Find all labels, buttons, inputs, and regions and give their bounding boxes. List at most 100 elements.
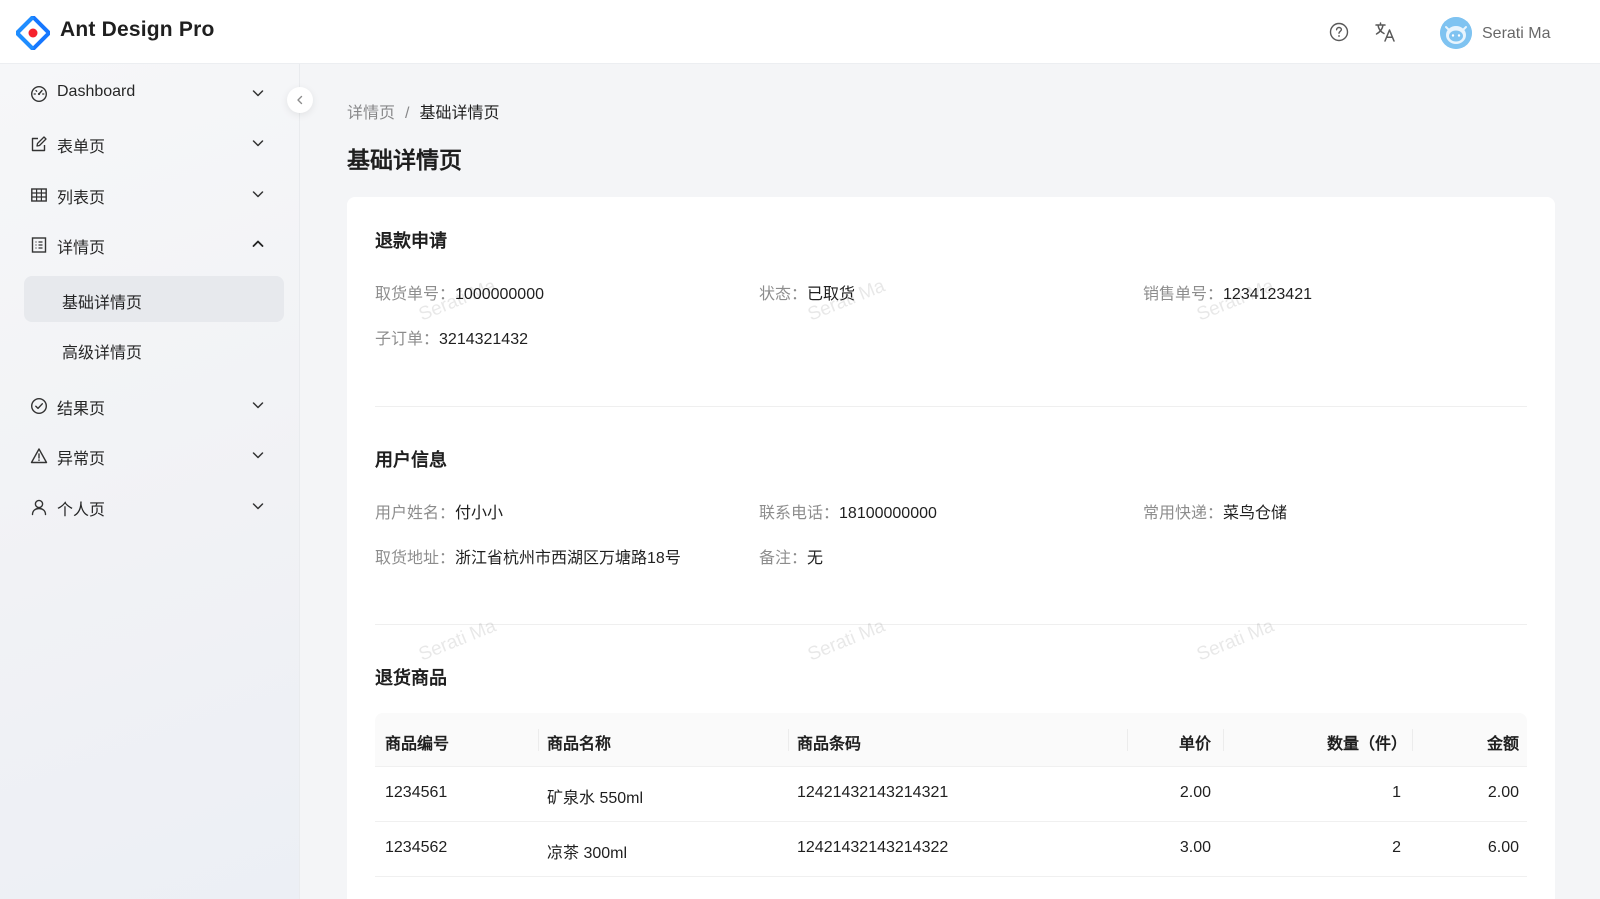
desc-value: 1000000000: [455, 286, 544, 303]
desc-label: 状态：: [759, 286, 808, 303]
user-info-section-title: 用户信息: [375, 450, 447, 470]
desc-value: 已取货: [807, 286, 856, 303]
breadcrumb: 详情页 / 基础详情页: [347, 99, 499, 123]
warning-icon: [30, 448, 48, 464]
sidebar-item-form[interactable]: 表单页: [24, 120, 284, 166]
breadcrumb-parent[interactable]: 详情页: [347, 105, 395, 122]
desc-value: 无: [807, 550, 824, 567]
desc-label: 销售单号：: [1143, 286, 1224, 303]
column-separator: [1127, 729, 1128, 751]
translation-icon[interactable]: [1373, 20, 1397, 44]
detail-card: 退款申请 取货单号：1000000000 状态：已取货 销售单号：1234123…: [347, 197, 1555, 899]
table-cell: 12421432143214321: [797, 784, 949, 801]
sidebar-item-label: 异常页: [57, 451, 106, 468]
desc-label: 备注：: [759, 550, 808, 567]
sidebar-item-dashboard[interactable]: Dashboard: [24, 70, 284, 116]
sidebar-collapse-button[interactable]: [287, 87, 313, 113]
sidebar-subitem-label: 基础详情页: [62, 295, 143, 312]
table-cell: 2: [1392, 839, 1401, 856]
dashboard-icon: [30, 85, 48, 103]
table-cell: 2.00: [1487, 784, 1519, 801]
sidebar-item-label: 表单页: [57, 139, 106, 156]
column-header[interactable]: 商品条码: [797, 730, 861, 754]
sidebar-item-label: 个人页: [57, 502, 106, 519]
table-cell: 2.00: [1179, 784, 1211, 801]
page-title: 基础详情页: [347, 147, 462, 173]
column-separator: [788, 729, 789, 751]
desc-remark: 备注：无: [759, 544, 823, 568]
desc-sales-no: 销售单号：1234123421: [1143, 280, 1312, 304]
desc-sub-order: 子订单：3214321432: [375, 325, 528, 349]
table-cell: 3.00: [1179, 839, 1211, 856]
form-icon: [31, 136, 47, 152]
sidebar: Dashboard 表单页 列表页 详情页 基础详情页 高级详情页 结果页 异常…: [0, 64, 300, 899]
app-title[interactable]: Ant Design Pro: [60, 18, 214, 42]
table-cell: 12421432143214322: [797, 839, 949, 856]
table-header: 商品编号 商品名称 商品条码 单价 数量（件） 金额: [375, 713, 1527, 767]
sidebar-item-label: 列表页: [57, 190, 106, 207]
sidebar-item-result[interactable]: 结果页: [24, 382, 284, 428]
section-divider: [375, 624, 1527, 625]
chevron-down-icon: [252, 90, 264, 97]
desc-label: 子订单：: [375, 331, 440, 348]
table-cell: 6.00: [1487, 839, 1519, 856]
profile-icon: [31, 237, 47, 253]
desc-label: 用户姓名：: [375, 505, 456, 522]
desc-status: 状态：已取货: [759, 280, 855, 304]
user-avatar[interactable]: [1440, 17, 1472, 49]
column-header[interactable]: 商品名称: [547, 730, 611, 754]
table-icon: [31, 188, 47, 202]
chevron-down-icon: [252, 452, 264, 459]
desc-user-name: 用户姓名：付小小: [375, 499, 503, 523]
column-header[interactable]: 数量（件）: [1327, 730, 1407, 754]
column-header[interactable]: 单价: [1179, 730, 1211, 754]
table-cell: 1234561: [385, 784, 448, 801]
desc-label: 常用快递：: [1143, 505, 1224, 522]
top-header: Ant Design Pro Serati Ma: [0, 0, 1600, 64]
table-row[interactable]: 1234561 矿泉水 550ml 12421432143214321 2.00…: [375, 767, 1527, 822]
breadcrumb-current: 基础详情页: [419, 105, 500, 122]
sidebar-item-profile[interactable]: 详情页: [24, 221, 284, 267]
sidebar-subitem-label: 高级详情页: [62, 345, 143, 362]
desc-label: 取货单号：: [375, 286, 456, 303]
ant-design-logo-icon[interactable]: [16, 16, 50, 50]
desc-value: 菜鸟仓储: [1223, 505, 1288, 522]
table-row[interactable]: 1234562 凉茶 300ml 12421432143214322 3.00 …: [375, 822, 1527, 877]
chevron-up-icon: [252, 240, 264, 247]
chevron-down-icon: [252, 140, 264, 147]
chevron-down-icon: [252, 191, 264, 198]
table-cell: 凉茶 300ml: [547, 845, 628, 862]
table-cell: 矿泉水 550ml: [547, 790, 644, 807]
column-separator: [1223, 729, 1224, 751]
desc-pickup-no: 取货单号：1000000000: [375, 280, 544, 304]
user-icon: [31, 499, 47, 516]
column-separator: [1412, 729, 1413, 751]
sidebar-item-label: Dashboard: [57, 83, 136, 100]
question-circle-icon[interactable]: [1327, 20, 1351, 44]
sidebar-item-account[interactable]: 个人页: [24, 483, 284, 529]
sidebar-item-list[interactable]: 列表页: [24, 171, 284, 217]
sidebar-item-exception[interactable]: 异常页: [24, 432, 284, 478]
desc-value: 1234123421: [1223, 286, 1312, 303]
desc-value: 付小小: [455, 505, 504, 522]
column-header[interactable]: 金额: [1487, 730, 1519, 754]
sidebar-subitem-basic-profile[interactable]: 基础详情页: [24, 276, 284, 322]
column-header[interactable]: 商品编号: [385, 730, 449, 754]
sidebar-item-label: 结果页: [57, 401, 106, 418]
section-divider: [375, 406, 1527, 407]
column-separator: [538, 729, 539, 751]
goods-section-title: 退货商品: [375, 668, 447, 688]
desc-label: 联系电话：: [759, 505, 840, 522]
desc-phone: 联系电话：18100000000: [759, 499, 937, 523]
chevron-down-icon: [252, 402, 264, 409]
desc-value: 18100000000: [839, 505, 937, 522]
desc-address: 取货地址：浙江省杭州市西湖区万塘路18号: [375, 544, 681, 568]
sidebar-item-label: 详情页: [57, 240, 106, 257]
sidebar-subitem-advanced-profile[interactable]: 高级详情页: [24, 326, 284, 372]
desc-courier: 常用快递：菜鸟仓储: [1143, 499, 1287, 523]
desc-value: 3214321432: [439, 331, 528, 348]
user-name[interactable]: Serati Ma: [1482, 25, 1550, 43]
desc-label: 取货地址：: [375, 550, 456, 567]
refund-section-title: 退款申请: [375, 231, 447, 251]
breadcrumb-separator: /: [405, 105, 410, 122]
